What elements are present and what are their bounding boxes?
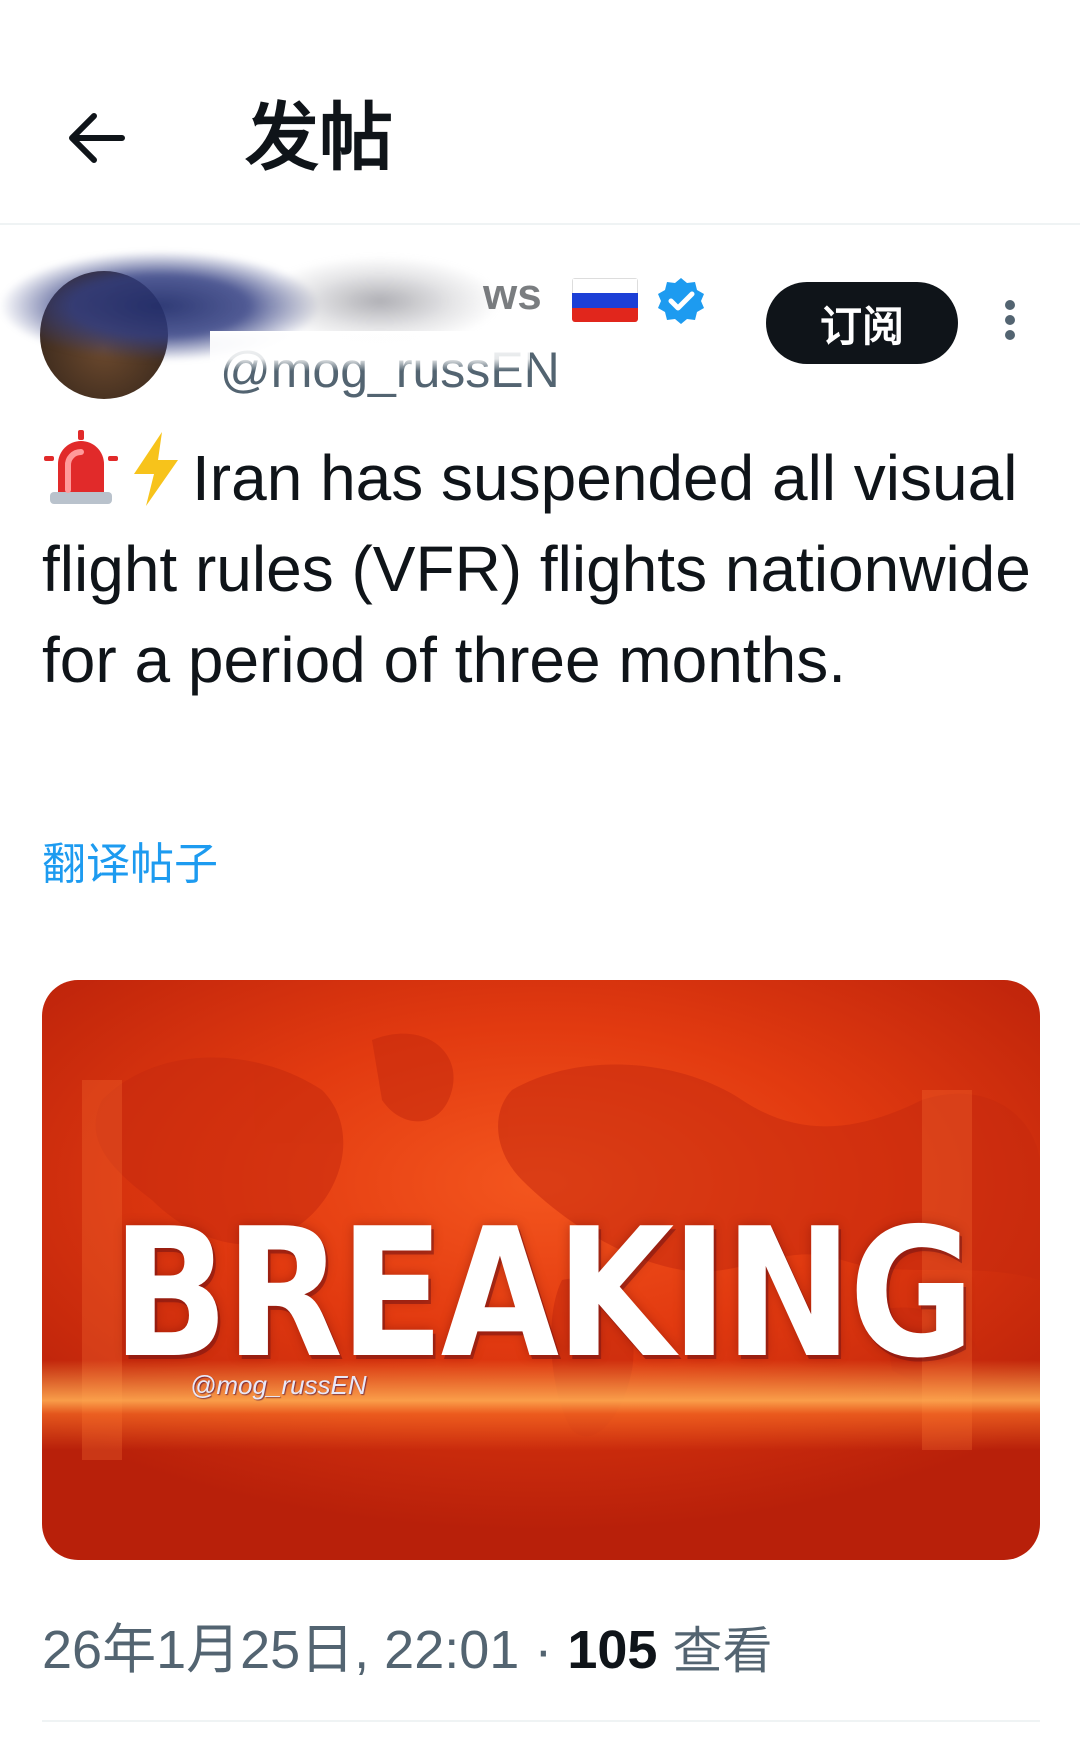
page-title: 发帖 [245, 95, 393, 181]
more-options-button[interactable] [990, 290, 1030, 350]
verified-badge-icon[interactable] [656, 276, 706, 326]
handle-redaction [210, 331, 530, 371]
more-dot [1005, 330, 1015, 340]
lightning-icon [134, 432, 178, 506]
arrow-left-icon [69, 113, 125, 163]
back-button[interactable] [48, 90, 144, 186]
tweet-body: Iran has suspended all visual flight rul… [42, 430, 1042, 706]
author-name[interactable]: ws [483, 270, 542, 320]
subscribe-button[interactable]: 订阅 [766, 282, 958, 364]
translate-post-link[interactable]: 翻译帖子 [42, 828, 218, 892]
post-detail-page: 发帖 ws @mog_russEN 订阅 [0, 0, 1080, 1750]
divider [42, 1720, 1040, 1722]
views-label: 查看 [672, 1622, 773, 1680]
author-row: ws @mog_russEN 订阅 [0, 226, 1080, 406]
post-meta: 26年1月25日, 22:01 · 105 查看 [42, 1605, 1042, 1684]
breaking-headline: BREAKING [111, 1190, 975, 1397]
more-vertical-icon [1005, 300, 1015, 310]
post-timestamp[interactable]: 26年1月25日, 22:01 [42, 1620, 519, 1680]
tweet-text: Iran has suspended all visual flight rul… [42, 442, 1031, 696]
tweet-image[interactable]: BREAKING @mog_russEN [42, 980, 1040, 1560]
top-bar: 发帖 [0, 0, 1080, 225]
views-count: 105 [567, 1620, 658, 1680]
police-light-icon [44, 430, 118, 504]
meta-separator: · [534, 1620, 553, 1680]
russia-flag-icon [572, 278, 638, 322]
image-watermark: @mog_russEN [190, 1370, 367, 1400]
more-dot [1005, 315, 1015, 325]
